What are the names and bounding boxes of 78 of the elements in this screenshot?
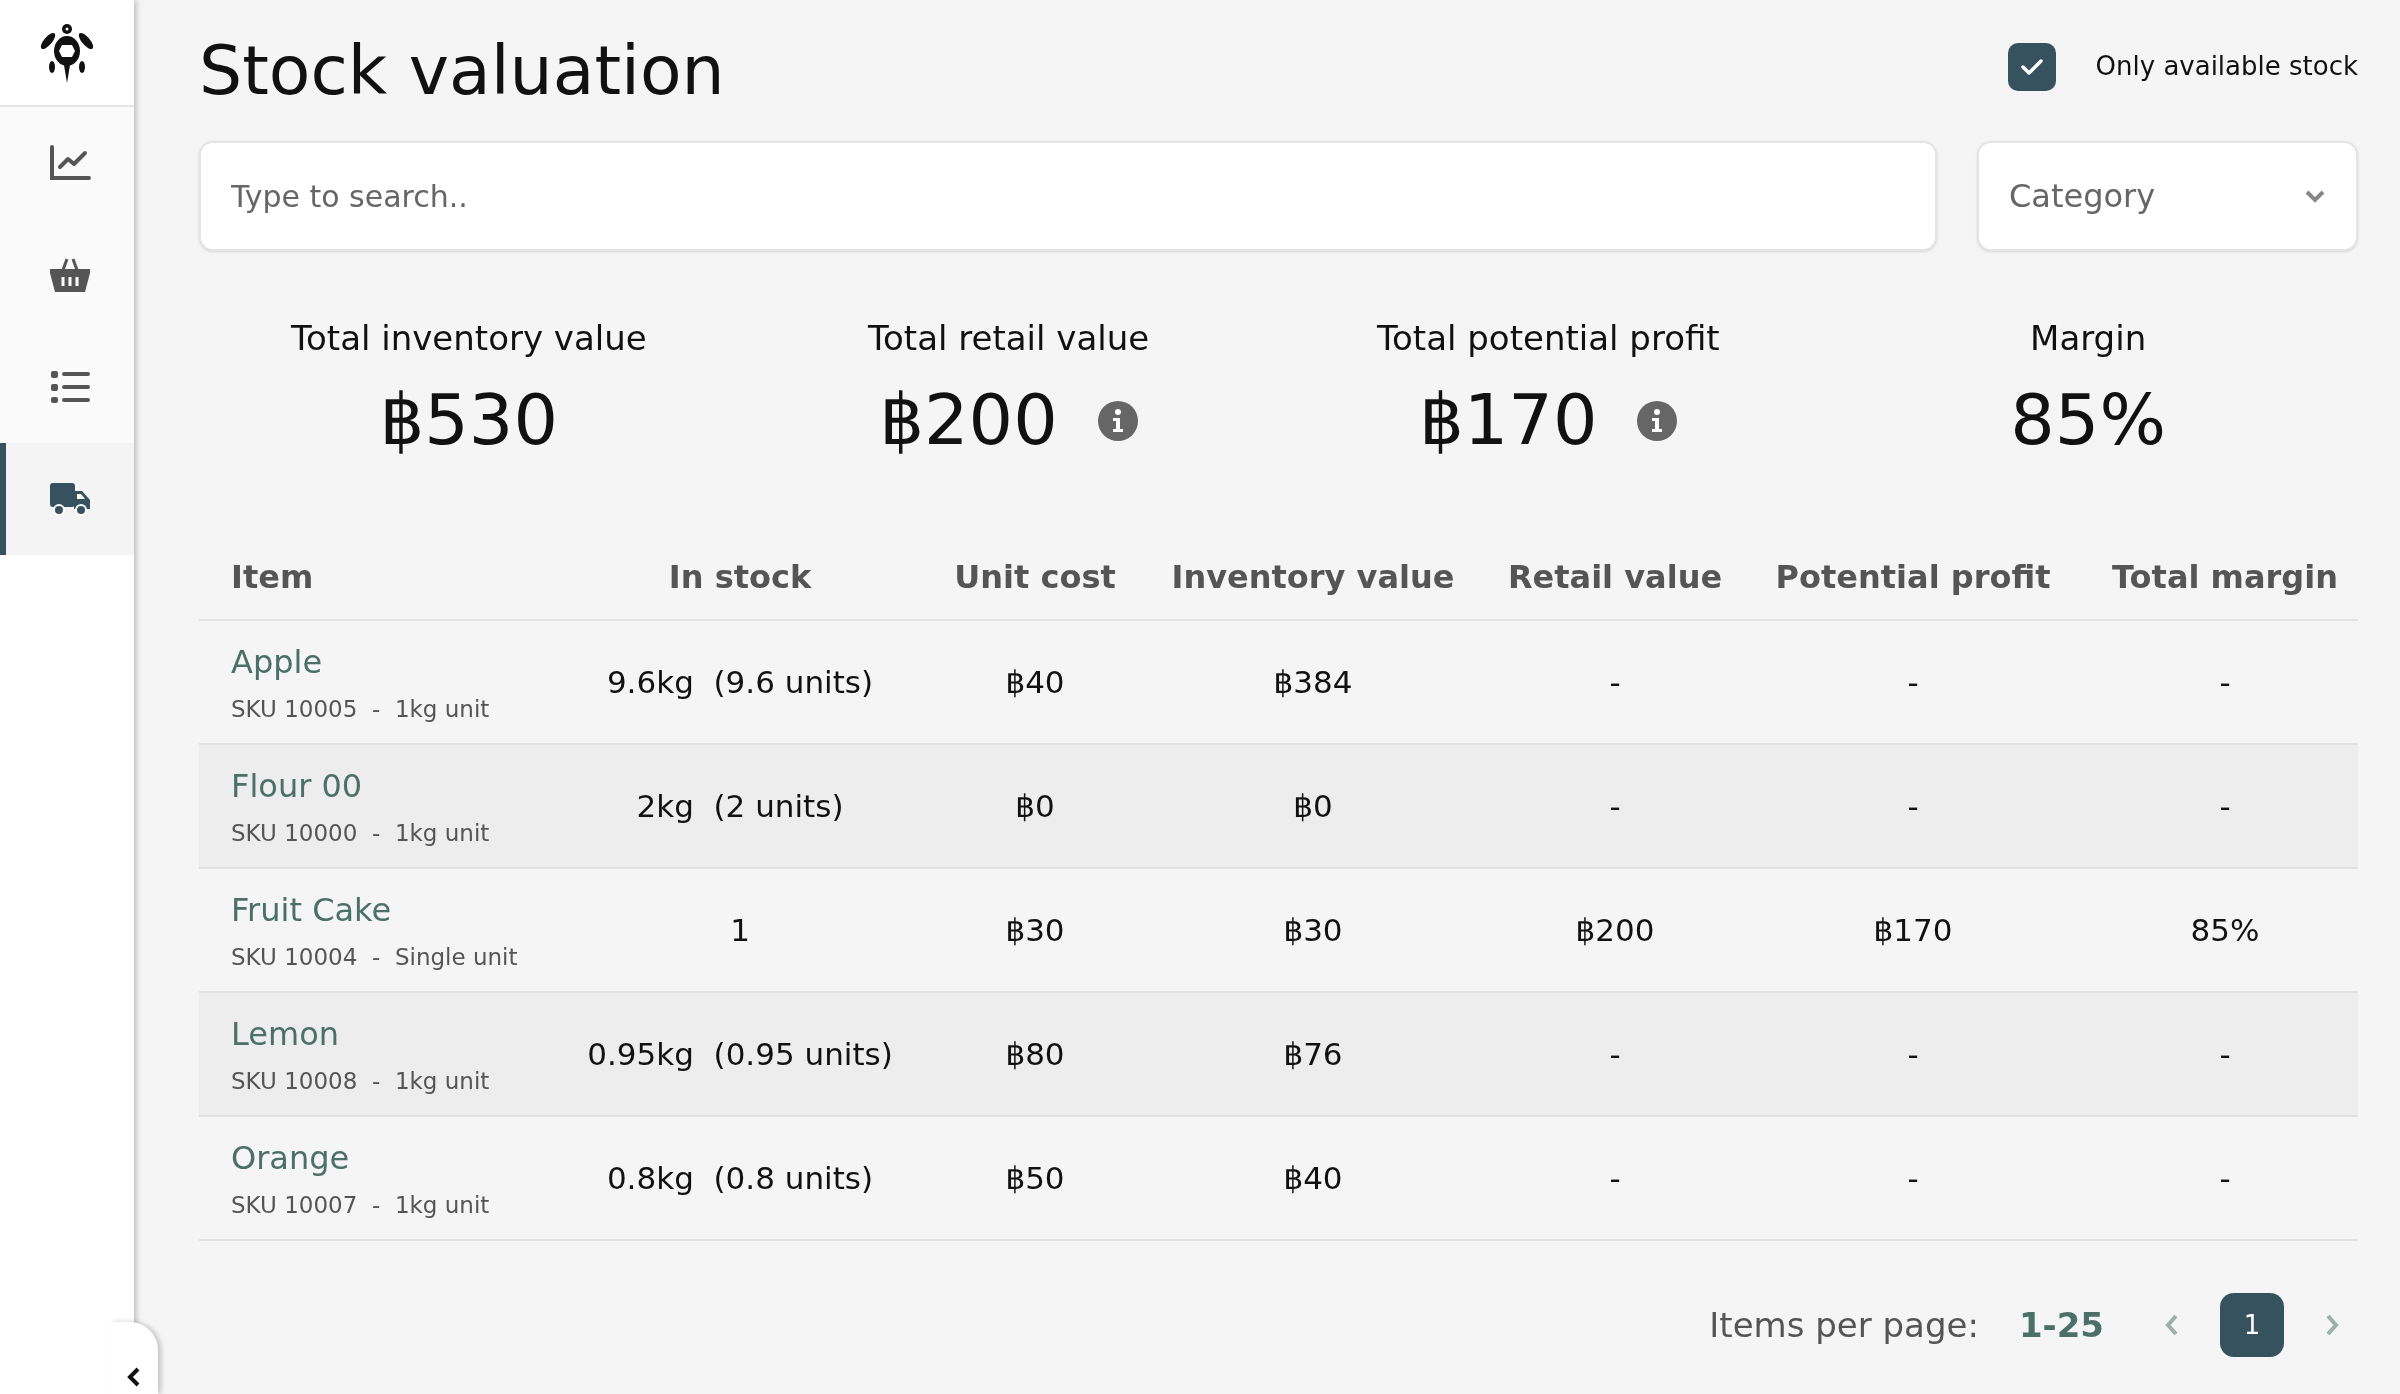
table-cell-text: 85% (2190, 910, 2260, 950)
table-cell-text: ฿200 (1575, 910, 1655, 950)
table-cell-text: - (1907, 662, 1919, 702)
column-header: Retail value (1507, 557, 1723, 598)
sidebar-item[interactable] (0, 443, 134, 555)
table-row[interactable]: Flour 00 SKU 10000 - 1kg unit 2kg (2 units) ฿0 ฿0 - - - (199, 745, 2358, 869)
table-cell-text: 2kg (2 units) (636, 786, 844, 826)
checkmark-icon (2019, 57, 2044, 76)
sidebar-item[interactable] (0, 331, 134, 443)
stat-label: Total retail value (868, 317, 1150, 360)
table-cell-text: ฿0 (1293, 786, 1333, 826)
page-button[interactable]: 1 (2220, 1293, 2284, 1357)
search-field[interactable]: Type to search.. (199, 141, 1937, 251)
column-header: Potential profit (1775, 557, 2051, 598)
table-cell-text: 0.95kg (0.95 units) (587, 1034, 893, 1074)
list-icon (50, 370, 90, 404)
basket-icon (49, 256, 91, 294)
checkbox[interactable] (2007, 42, 2056, 91)
table-cell-text: - (2219, 1158, 2231, 1198)
truck-icon (49, 482, 91, 516)
stat-value: 85% (2010, 378, 2166, 463)
table-cell-text: 0.8kg (0.8 units) (606, 1158, 874, 1198)
item-detail: SKU 10007 - 1kg unit (231, 1190, 490, 1220)
table-cell-text: ฿30 (1283, 910, 1343, 950)
stat-value: ฿530 (379, 378, 558, 463)
column-header: In stock (668, 557, 812, 598)
column-header: Total margin (2112, 557, 2338, 598)
item-name[interactable]: Apple (231, 637, 323, 686)
collapse-button[interactable] (110, 1322, 158, 1394)
table-cell-text: - (2219, 662, 2231, 702)
chevron-down-icon (2304, 189, 2326, 203)
table-cell-text: ฿170 (1873, 910, 1953, 950)
table-cell-text: - (1609, 1158, 1621, 1198)
info-icon[interactable] (1637, 400, 1678, 441)
page-title: Stock valuation (199, 29, 725, 112)
item-detail: SKU 10004 - Single unit (231, 942, 518, 972)
table-row[interactable]: Lemon SKU 10008 - 1kg unit 0.95kg (0.95 units) ฿80 ฿76 - - - (199, 993, 2358, 1117)
category-dropdown[interactable]: Category (1977, 141, 2358, 251)
table-cell-text: ฿30 (1005, 910, 1065, 950)
table-cell-text: ฿40 (1005, 662, 1065, 702)
stat-label: Margin (2030, 317, 2147, 360)
stat-label: Total potential profit (1377, 317, 1720, 360)
table-cell-text: 9.6kg (9.6 units) (606, 662, 874, 702)
column-header: Unit cost (954, 557, 1116, 598)
item-name[interactable]: Lemon (231, 1009, 339, 1058)
info-icon[interactable] (1097, 400, 1138, 441)
table-cell-text: - (1907, 1034, 1919, 1074)
table-cell-text: - (2219, 1034, 2231, 1074)
item-detail: SKU 10000 - 1kg unit (231, 818, 490, 848)
table-cell-text: - (1907, 1158, 1919, 1198)
item-name[interactable]: Fruit Cake (231, 885, 392, 934)
item-name[interactable]: Flour 00 (231, 761, 363, 810)
stat-value: ฿170 (1419, 378, 1598, 463)
items-per-page-label: Items per page: (1709, 1303, 1979, 1347)
table-cell-text: ฿0 (1015, 786, 1055, 826)
table-cell-text: - (1609, 1034, 1621, 1074)
line-chart-icon (49, 145, 91, 181)
item-detail: SKU 10005 - 1kg unit (231, 694, 490, 724)
table-cell-text: ฿76 (1283, 1034, 1343, 1074)
table-cell-text: - (1609, 662, 1621, 702)
checkbox-label: Only available stock (2095, 50, 2358, 83)
items-per-page-select[interactable]: 1-25 (2018, 1299, 2104, 1351)
column-header: Inventory value (1171, 557, 1455, 598)
item-detail: SKU 10008 - 1kg unit (231, 1066, 490, 1096)
table-cell-text: ฿50 (1005, 1158, 1065, 1198)
chevron-left-icon (126, 1366, 142, 1388)
stat-value: ฿200 (879, 378, 1058, 463)
item-name[interactable]: Orange (231, 1133, 350, 1182)
column-header: Item (230, 557, 315, 598)
table-cell-text: - (1609, 786, 1621, 826)
table-cell-text: 1 (730, 910, 750, 950)
sidebar-item[interactable] (0, 107, 134, 219)
table-cell-text: - (2219, 786, 2231, 826)
table-cell-text: - (1907, 786, 1919, 826)
table-cell-text: ฿384 (1273, 662, 1353, 702)
table-cell-text: ฿40 (1283, 1158, 1343, 1198)
table-cell-text: ฿80 (1005, 1034, 1065, 1074)
stat-label: Total inventory value (291, 317, 647, 360)
